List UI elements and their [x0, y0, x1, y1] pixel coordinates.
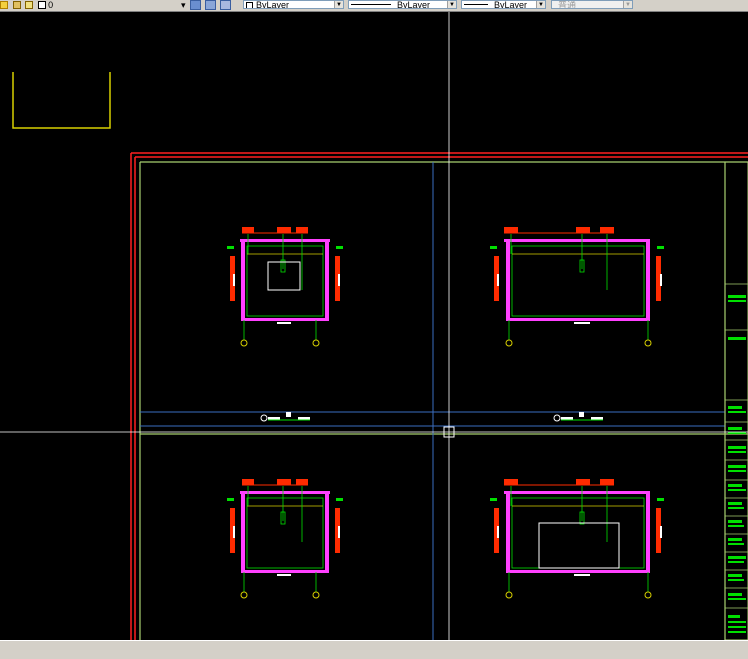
- lineweight-control[interactable]: ByLayer ▼: [461, 0, 546, 9]
- layer-previous-icon[interactable]: [205, 0, 216, 10]
- layer-name: 0: [48, 0, 54, 10]
- drawing-canvas[interactable]: [0, 12, 748, 640]
- plotstyle-value: 普通: [558, 0, 577, 9]
- chevron-down-icon: ▼: [447, 1, 456, 8]
- linetype-value: ByLayer: [397, 0, 431, 9]
- bulb-icon: [0, 1, 8, 9]
- color-control[interactable]: ByLayer ▼: [243, 0, 344, 9]
- lineweight-value: ByLayer: [494, 0, 528, 9]
- layer-state-icons[interactable]: 0: [0, 0, 53, 10]
- color-value: ByLayer: [256, 0, 290, 9]
- chevron-down-icon: ▼: [623, 1, 632, 8]
- color-swatch: [246, 2, 253, 8]
- plotstyle-control[interactable]: 普通 ▼: [551, 0, 633, 9]
- make-current-icon[interactable]: [190, 0, 201, 10]
- lineweight-sample: [464, 4, 488, 5]
- status-bar: [0, 640, 748, 659]
- layer-dropdown-arrow[interactable]: ▾: [181, 0, 189, 10]
- sun-icon: [12, 1, 21, 9]
- chevron-down-icon: ▼: [334, 1, 343, 8]
- layer-states-icon[interactable]: [220, 0, 231, 10]
- linetype-sample: [351, 4, 391, 5]
- properties-toolbar: 0 ▾ ByLayer ▼ ByLayer ▼ ByLayer ▼ 普通 ▼: [0, 0, 748, 12]
- chevron-down-icon: ▼: [536, 1, 545, 8]
- lock-icon: [25, 1, 34, 9]
- layer-color-swatch: [37, 1, 46, 9]
- linetype-control[interactable]: ByLayer ▼: [348, 0, 457, 9]
